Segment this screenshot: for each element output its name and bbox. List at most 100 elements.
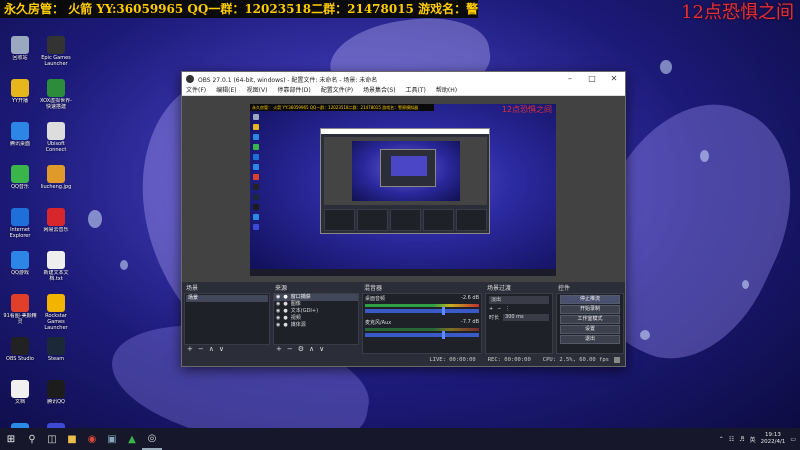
add-icon[interactable]: + [187,345,193,354]
more-icon[interactable]: ⋮ [505,306,510,312]
source-item[interactable]: ◉ ● 文本(GDI+) [274,308,358,315]
desktop-icon[interactable]: XOX虚拟世界-快速搭建 [38,79,74,120]
move-down-icon[interactable]: ∨ [219,345,224,354]
source-item[interactable]: ◉ ● 图像 [274,301,358,308]
window-controls: – □ ✕ [559,72,625,86]
menu-view[interactable]: 视图(V) [247,86,268,95]
desktop-icon[interactable]: 腾讯桌面 [2,122,38,163]
menu-tools[interactable]: 工具(T) [406,86,426,95]
add-icon[interactable]: + [489,306,493,312]
visibility-icon[interactable]: ◉ [276,301,280,308]
desktop-icon[interactable]: QQ游戏 [2,251,38,292]
settings-button[interactable]: 设置 [560,325,620,334]
exit-button[interactable]: 退出 [560,335,620,344]
desktop-icon[interactable]: Steam [38,337,74,378]
desktop-icon-label: 回收站 [12,55,28,61]
desktop-icon[interactable]: 文档 [2,380,38,421]
mixer-channel: 桌面音频 -2.6 dB [363,294,481,318]
move-up-icon[interactable]: ∧ [209,345,214,354]
slider-handle[interactable] [442,331,445,339]
lock-icon[interactable]: ● [283,301,287,308]
menu-profile[interactable]: 配置文件(P) [321,86,353,95]
desktop-icon-label: XOX虚拟世界-快速搭建 [40,98,72,110]
desktop-icon[interactable]: 腾讯QQ [38,380,74,421]
preview-area[interactable]: 永久房管： 火箭 YY:36059965 QQ一群：12023518二群：214… [182,96,625,282]
desktop-icon-label: 腾讯桌面 [9,141,30,147]
photo-app-icon [11,294,29,312]
sources-dock-title: 来源 [275,285,288,292]
duration-row: 时长 300 ms [489,314,549,321]
volume-icon[interactable]: ♬ [739,436,744,443]
source-label: 媒体源 [290,322,306,328]
transition-buttons: + − ⋮ [489,306,549,312]
menu-help[interactable]: 帮助(H) [436,86,457,95]
move-up-icon[interactable]: ∧ [309,345,314,354]
menu-scene-collection[interactable]: 场景集合(S) [363,86,396,95]
minimize-icon[interactable]: – [559,72,581,86]
start-button[interactable]: ⊞ [0,428,22,450]
close-icon[interactable]: ✕ [603,72,625,86]
visibility-icon[interactable]: ◉ [276,308,280,315]
remove-icon[interactable]: − [497,306,501,312]
task-view-icon[interactable]: ◫ [42,428,62,450]
channel-name: 麦克风/Aux [365,320,392,326]
internet-explorer-icon [11,208,29,226]
studio-mode-button[interactable]: 工作室模式 [560,315,620,324]
lock-icon[interactable]: ● [283,322,287,329]
source-item[interactable]: ◉ ● 视频 [274,315,358,322]
visibility-icon[interactable]: ◉ [276,322,280,329]
gear-icon[interactable]: ⚙ [298,345,304,354]
tray-overflow-icon[interactable]: ⌃ [719,436,724,443]
menu-docks[interactable]: 停靠部件(D) [277,86,310,95]
preview-canvas[interactable]: 永久房管： 火箭 YY:36059965 QQ一群：12023518二群：214… [250,104,556,276]
volume-slider[interactable] [365,331,479,339]
source-item[interactable]: ◉ ● 媒体源 [274,322,358,329]
desktop-icon[interactable]: 网易云音乐 [38,208,74,249]
maximize-icon[interactable]: □ [581,72,603,86]
desktop-icon[interactable]: 回收站 [2,36,38,77]
visibility-icon[interactable]: ◉ [276,315,280,322]
search-icon[interactable]: ⚲ [22,428,42,450]
remove-icon[interactable]: − [198,345,204,354]
transition-select[interactable]: 淡出 [489,296,549,304]
clock[interactable]: 19:13 2022/4/1 [761,432,786,446]
desktop-icon[interactable]: 91看图-美颜精灵 [2,294,38,335]
obs-window: OBS 27.0.1 (64-bit, windows) - 配置文件: 未命名… [181,71,626,367]
menu-file[interactable]: 文件(F) [186,86,206,95]
duration-input[interactable]: 300 ms [503,314,549,321]
obs-taskbar-icon[interactable]: ◎ [142,428,162,450]
stop-streaming-button[interactable]: 停止推流 [560,295,620,304]
lock-icon[interactable]: ● [283,294,287,301]
network-icon[interactable]: ☷ [729,436,734,443]
scene-item[interactable]: 场景 [186,295,268,302]
source-item[interactable]: ◉ ● 窗口捕获 [274,294,358,301]
desktop-icon[interactable]: OBS Studio [2,337,38,378]
volume-slider[interactable] [365,307,479,315]
desktop-icon[interactable]: Ubisoft Connect [38,122,74,163]
notification-icon[interactable]: ▭ [790,436,796,443]
slider-handle[interactable] [442,307,445,315]
lock-icon[interactable]: ● [283,308,287,315]
file-explorer-icon[interactable]: ■ [62,428,82,450]
scenes-dock-footer: + − ∧ ∨ [184,345,270,354]
remove-icon[interactable]: − [287,345,293,354]
chrome-icon[interactable]: ◉ [82,428,102,450]
lock-icon[interactable]: ● [283,315,287,322]
add-icon[interactable]: + [276,345,282,354]
desktop-icon[interactable]: liucheng.jpg [38,165,74,206]
desktop-icon[interactable]: YY开播 [2,79,38,120]
desktop-icon[interactable]: Rockstar Games Launcher [38,294,74,335]
app-icon[interactable]: ▣ [102,428,122,450]
visibility-icon[interactable]: ◉ [276,294,280,301]
desktop-icon-label: 91看图-美颜精灵 [3,313,37,325]
menu-edit[interactable]: 编辑(E) [216,86,236,95]
game-launcher-icon[interactable]: ▲ [122,428,142,450]
input-language[interactable]: 英 [750,435,756,444]
desktop-icon[interactable]: QQ音乐 [2,165,38,206]
start-recording-button[interactable]: 开始录制 [560,305,620,314]
desktop-icon[interactable]: Epic Games Launcher [38,36,74,77]
desktop-icon[interactable]: 新建文本文档.txt [38,251,74,292]
desktop-icon[interactable]: Internet Explorer [2,208,38,249]
move-down-icon[interactable]: ∨ [319,345,324,354]
obs-title-bar[interactable]: OBS 27.0.1 (64-bit, windows) - 配置文件: 未命名… [182,72,625,86]
